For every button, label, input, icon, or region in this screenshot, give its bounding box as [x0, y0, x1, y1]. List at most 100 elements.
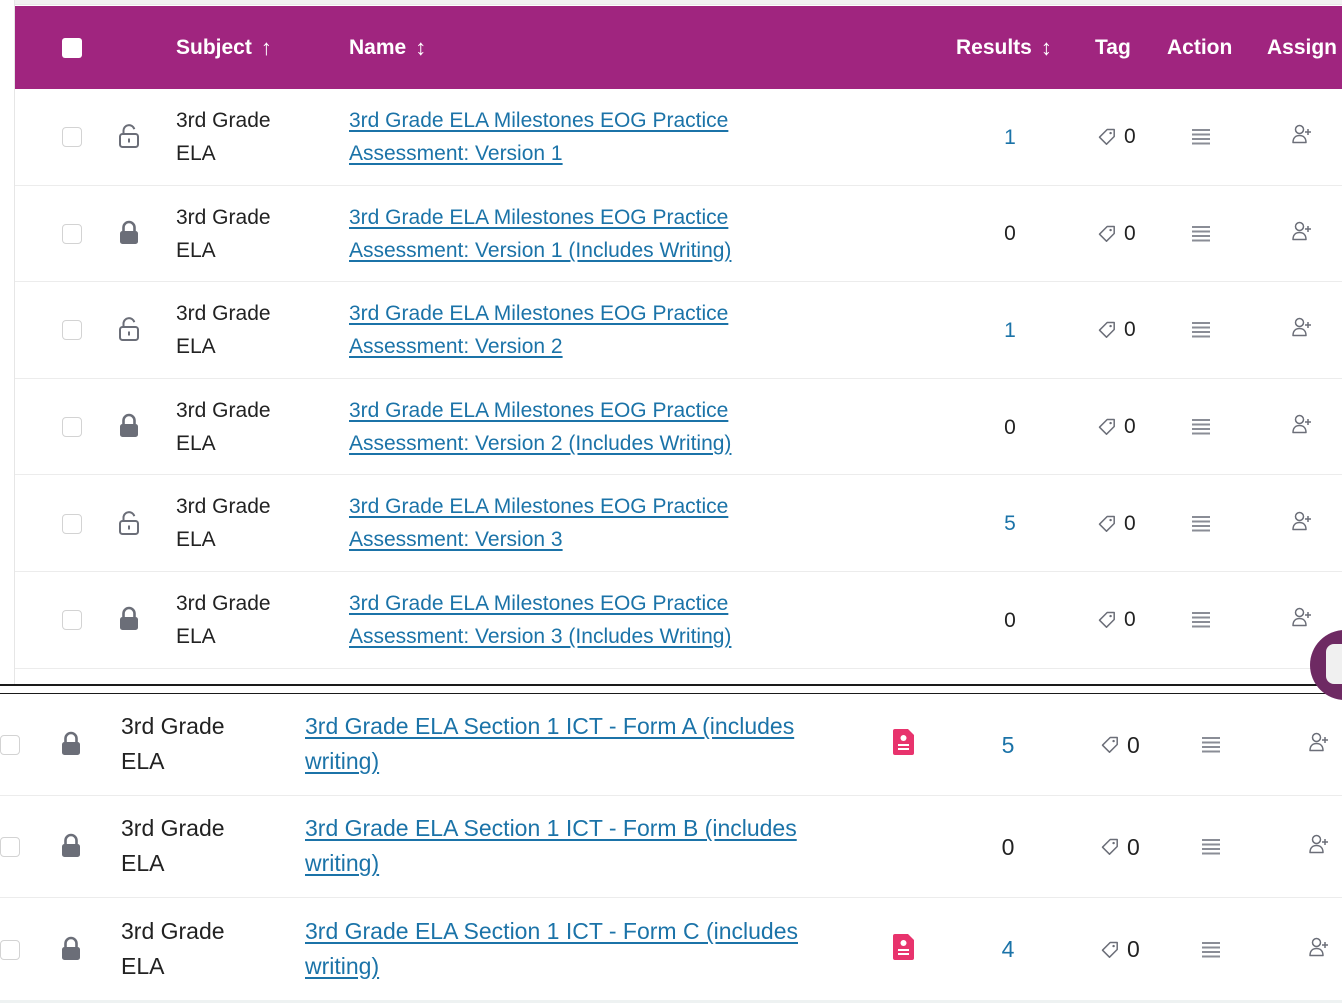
results-count[interactable]: 1	[990, 314, 1030, 347]
assign-button[interactable]	[1308, 833, 1330, 860]
row-checkbox[interactable]	[62, 417, 82, 438]
assessment-name-line-1[interactable]: 3rd Grade ELA Milestones EOG Practice	[349, 587, 731, 620]
add-user-icon	[1292, 125, 1311, 144]
results-count[interactable]: 0	[990, 604, 1030, 637]
results-count[interactable]: 0	[988, 830, 1028, 865]
assign-button[interactable]	[1291, 413, 1313, 440]
assign-button[interactable]	[1291, 606, 1313, 633]
tag-cell[interactable]: 0	[1100, 932, 1140, 967]
assessment-name-line-2[interactable]: writing)	[305, 949, 798, 984]
assessment-name-link[interactable]: 3rd Grade ELA Section 1 ICT - Form A (in…	[305, 709, 794, 779]
action-menu-button[interactable]	[1201, 838, 1221, 861]
results-count[interactable]: 5	[990, 507, 1030, 540]
results-count[interactable]: 4	[988, 932, 1028, 967]
sort-both-icon[interactable]: ↕	[1041, 36, 1052, 59]
tag-icon	[1101, 941, 1118, 958]
assessment-name-line-1[interactable]: 3rd Grade ELA Section 1 ICT - Form A (in…	[305, 709, 794, 744]
results-count[interactable]: 1	[990, 121, 1030, 154]
document-badge[interactable]	[892, 933, 916, 961]
assessment-name-line-2[interactable]: Assessment: Version 3 (Includes Writing)	[349, 620, 731, 653]
subject-line-1: 3rd Grade	[121, 917, 225, 944]
assign-button[interactable]	[1291, 123, 1313, 150]
action-menu-button[interactable]	[1191, 321, 1211, 344]
tag-cell[interactable]: 0	[1100, 728, 1140, 763]
column-header-name[interactable]: Name ↕	[349, 6, 426, 89]
action-menu-button[interactable]	[1201, 941, 1221, 964]
hamburger-menu-icon	[1192, 515, 1210, 532]
subject-line-2: ELA	[176, 335, 216, 359]
document-badge-icon	[893, 933, 914, 960]
tag-cell[interactable]: 0	[1100, 830, 1140, 865]
row-checkbox[interactable]	[62, 320, 82, 341]
assessment-name-link[interactable]: 3rd Grade ELA Milestones EOG Practice As…	[349, 490, 728, 556]
assign-button[interactable]	[1291, 316, 1313, 343]
assessment-name-line-1[interactable]: 3rd Grade ELA Section 1 ICT - Form B (in…	[305, 811, 797, 846]
row-checkbox[interactable]	[62, 223, 82, 244]
assessment-name-link[interactable]: 3rd Grade ELA Milestones EOG Practice As…	[349, 587, 731, 653]
assign-button[interactable]	[1291, 220, 1313, 247]
sort-ascending-icon[interactable]: ↑	[261, 36, 272, 59]
table-row: 3rd Grade ELA 3rd Grade ELA Milestones E…	[15, 282, 1342, 379]
table-row: 3rd Grade ELA 3rd Grade ELA Milestones E…	[15, 475, 1342, 572]
column-header-subject[interactable]: Subject ↑	[176, 6, 272, 89]
assessment-name-link[interactable]: 3rd Grade ELA Milestones EOG Practice As…	[349, 201, 731, 267]
column-header-assign: Assign	[1267, 6, 1337, 89]
action-menu-button[interactable]	[1201, 736, 1221, 759]
row-checkbox[interactable]	[0, 837, 20, 858]
tag-cell[interactable]: 0	[1097, 314, 1136, 347]
assign-button[interactable]	[1291, 510, 1313, 537]
assessment-name-line-1[interactable]: 3rd Grade ELA Milestones EOG Practice	[349, 394, 731, 427]
tag-icon	[1098, 322, 1115, 339]
assessment-name-link[interactable]: 3rd Grade ELA Milestones EOG Practice As…	[349, 394, 731, 460]
column-header-results[interactable]: Results ↕	[956, 6, 1052, 89]
row-checkbox[interactable]	[62, 610, 82, 631]
assign-button[interactable]	[1308, 731, 1330, 758]
assessment-name-line-2[interactable]: Assessment: Version 1 (Includes Writing)	[349, 234, 731, 267]
tag-icon	[1098, 418, 1115, 436]
results-count[interactable]: 5	[988, 728, 1028, 763]
tag-cell[interactable]: 0	[1097, 604, 1136, 637]
table-row: 3rd Grade ELA 3rd Grade ELA Milestones E…	[15, 186, 1342, 283]
assessment-name-line-2[interactable]: Assessment: Version 2 (Includes Writing)	[349, 427, 731, 460]
lock-status	[58, 730, 84, 758]
assessment-name-link[interactable]: 3rd Grade ELA Section 1 ICT - Form C (in…	[305, 914, 798, 984]
assessment-name-line-1[interactable]: 3rd Grade ELA Section 1 ICT - Form C (in…	[305, 914, 798, 949]
assessment-name-line-2[interactable]: writing)	[305, 744, 794, 779]
action-menu-button[interactable]	[1191, 418, 1211, 441]
tag-cell[interactable]: 0	[1097, 121, 1136, 154]
tag-cell[interactable]: 0	[1097, 217, 1136, 250]
results-count[interactable]: 0	[990, 217, 1030, 250]
assessment-name-link[interactable]: 3rd Grade ELA Milestones EOG Practice As…	[349, 297, 728, 363]
tag-header-label: Tag	[1095, 35, 1131, 59]
assessment-name-line-2[interactable]: Assessment: Version 1	[349, 137, 728, 170]
subject-line-2: ELA	[121, 748, 165, 774]
assign-button[interactable]	[1308, 936, 1330, 963]
assessment-name-link[interactable]: 3rd Grade ELA Milestones EOG Practice As…	[349, 104, 728, 170]
assessment-name-link[interactable]: 3rd Grade ELA Section 1 ICT - Form B (in…	[305, 811, 797, 881]
assessment-name-line-1[interactable]: 3rd Grade ELA Milestones EOG Practice	[349, 297, 728, 330]
row-checkbox[interactable]	[0, 939, 20, 960]
add-user-icon	[1292, 318, 1311, 337]
assessment-name-line-2[interactable]: writing)	[305, 846, 797, 881]
assessment-name-line-2[interactable]: Assessment: Version 2	[349, 330, 728, 363]
assessment-name-line-2[interactable]: Assessment: Version 3	[349, 523, 728, 556]
action-menu-button[interactable]	[1191, 515, 1211, 538]
row-checkbox[interactable]	[62, 513, 82, 534]
tag-cell[interactable]: 0	[1097, 411, 1136, 444]
row-checkbox[interactable]	[62, 127, 82, 148]
action-menu-button[interactable]	[1191, 611, 1211, 634]
action-menu-button[interactable]	[1191, 225, 1211, 248]
assessment-name-line-1[interactable]: 3rd Grade ELA Milestones EOG Practice	[349, 490, 728, 523]
assessment-name-line-1[interactable]: 3rd Grade ELA Milestones EOG Practice	[349, 104, 728, 137]
document-badge[interactable]	[892, 728, 916, 756]
sort-both-icon[interactable]: ↕	[415, 36, 426, 59]
column-header-tag: Tag	[1095, 6, 1131, 89]
results-count[interactable]: 0	[990, 411, 1030, 444]
locked-padlock-icon	[120, 220, 138, 244]
tag-count: 0	[1124, 125, 1136, 149]
action-menu-button[interactable]	[1191, 128, 1211, 151]
select-all-checkbox[interactable]	[62, 38, 82, 58]
tag-cell[interactable]: 0	[1097, 507, 1136, 540]
row-checkbox[interactable]	[0, 735, 20, 756]
assessment-name-line-1[interactable]: 3rd Grade ELA Milestones EOG Practice	[349, 201, 731, 234]
